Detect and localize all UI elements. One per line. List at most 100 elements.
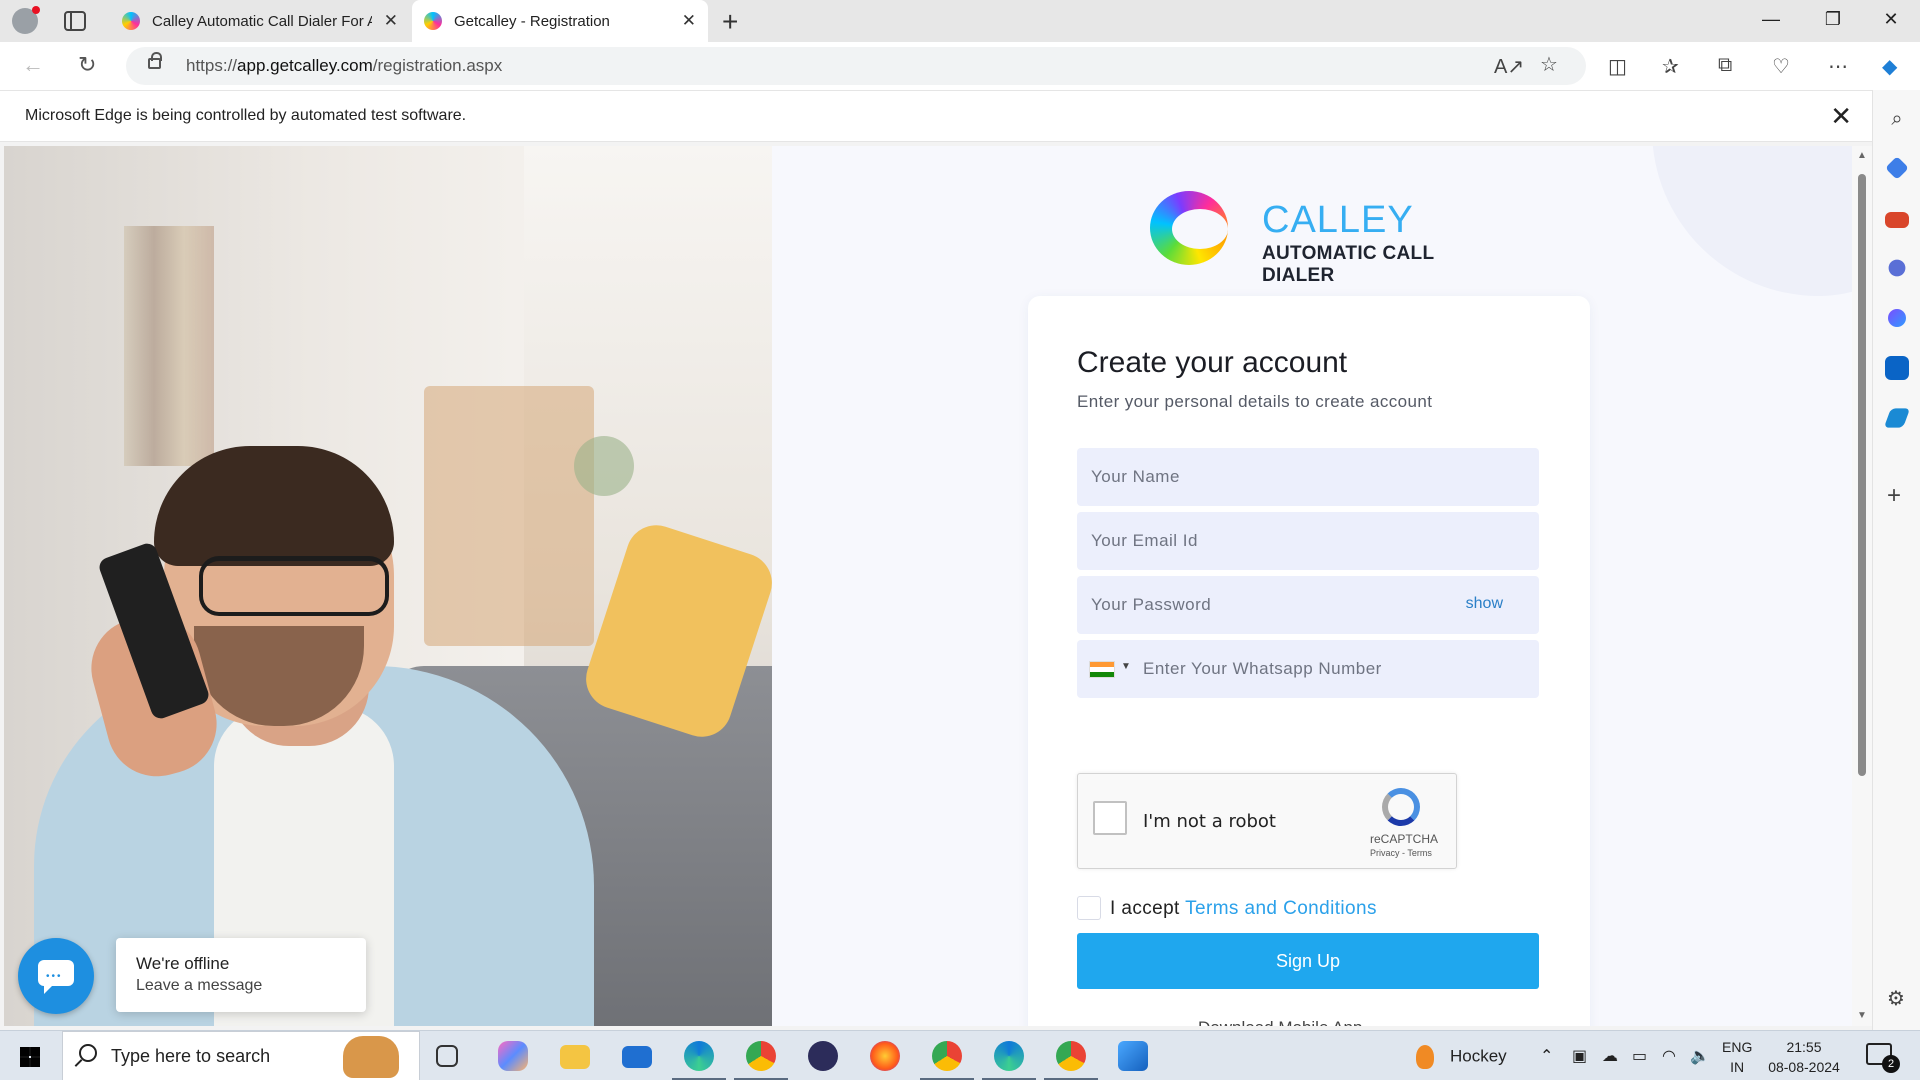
tray-device-icon[interactable]: ▣ [1572, 1046, 1587, 1066]
recaptcha-label: I'm not a robot [1143, 811, 1276, 832]
file-explorer-icon[interactable] [560, 1045, 590, 1069]
page-viewport: CALLEY AUTOMATIC CALL DIALER Create your… [4, 146, 1872, 1026]
settings-more-icon[interactable]: ⋯ [1828, 54, 1848, 79]
tray-overflow-chevron-icon[interactable]: ⌃ [1540, 1046, 1553, 1066]
below-fold-text[interactable]: Download Mobile App [1198, 1018, 1362, 1026]
scroll-up-icon[interactable]: ▲ [1857, 150, 1867, 161]
search-highlight-cat-icon[interactable] [343, 1036, 399, 1078]
onedrive-cloud-icon[interactable]: ☁ [1602, 1046, 1618, 1066]
sidebar-settings-gear-icon[interactable]: ⚙ [1887, 986, 1905, 1011]
india-flag-icon[interactable] [1089, 661, 1115, 678]
recaptcha-privacy-terms[interactable]: Privacy - Terms [1370, 848, 1432, 858]
name-input[interactable] [1077, 448, 1539, 506]
lock-icon[interactable] [148, 52, 162, 69]
new-tab-icon[interactable]: + [722, 6, 738, 38]
battery-icon[interactable]: ▭ [1632, 1046, 1647, 1066]
name-field [1077, 448, 1539, 506]
url-scheme: https:// [186, 56, 238, 75]
split-screen-icon[interactable]: ◫ [1608, 54, 1627, 79]
form-subtitle: Enter your personal details to create ac… [1077, 392, 1433, 411]
photo-bookshelf [124, 226, 214, 466]
logo-name: CALLEY [1262, 199, 1414, 241]
chrome-second-icon[interactable] [1044, 1041, 1098, 1080]
recaptcha-checkbox[interactable] [1093, 801, 1127, 835]
sign-up-button[interactable]: Sign Up [1077, 933, 1539, 989]
scroll-down-icon[interactable]: ▼ [1857, 1010, 1867, 1021]
address-bar[interactable]: https://app.getcalley.com/registration.a… [126, 47, 1586, 85]
copilot-taskbar-icon[interactable] [498, 1041, 528, 1071]
outlook-icon[interactable] [1885, 356, 1909, 380]
clock-time: 21:55 [1786, 1039, 1822, 1055]
tab-title: Getcalley - Registration [454, 12, 610, 30]
tab-close-icon[interactable]: ✕ [384, 11, 398, 31]
tools-briefcase-icon[interactable] [1885, 212, 1909, 228]
input-language[interactable]: ENG IN [1722, 1037, 1752, 1077]
infobar-message: Microsoft Edge is being controlled by au… [25, 107, 467, 124]
volume-icon[interactable]: 🔈 [1690, 1046, 1710, 1066]
shopping-tag-icon[interactable] [1885, 156, 1909, 180]
calley-logo-mark-icon [1150, 191, 1228, 265]
terms-checkbox[interactable] [1077, 896, 1101, 920]
tab-title: Calley Automatic Call Dialer For A [152, 12, 372, 30]
whatsapp-input[interactable] [1077, 640, 1539, 698]
calley-logo[interactable]: CALLEY AUTOMATIC CALL DIALER [1150, 191, 1450, 286]
firefox-icon[interactable] [870, 1041, 900, 1071]
back-icon[interactable]: ← [22, 52, 44, 78]
address-toolbar: ← ↻ https://app.getcalley.com/registrati… [0, 42, 1920, 90]
refresh-icon[interactable]: ↻ [78, 52, 96, 78]
logo-tagline: AUTOMATIC CALL DIALER [1262, 243, 1435, 286]
tab-calley-home[interactable]: Calley Automatic Call Dialer For A ✕ [110, 0, 410, 42]
favorites-icon[interactable]: ✰ [1662, 54, 1679, 79]
email-input[interactable] [1077, 512, 1539, 570]
taskbar-clock[interactable]: 21:55 08-08-2024 [1766, 1037, 1842, 1077]
minimize-icon[interactable]: — [1748, 9, 1794, 30]
profile-avatar-icon[interactable] [12, 6, 40, 34]
chat-launcher-button[interactable]: ••• [18, 938, 94, 1014]
chat-status: We're offline [136, 954, 230, 973]
page-scrollbar[interactable]: ▲ ▼ [1852, 146, 1872, 1026]
calley-favicon-icon [424, 12, 442, 30]
url-text[interactable]: https://app.getcalley.com/registration.a… [186, 56, 502, 76]
clock-date: 08-08-2024 [1768, 1059, 1840, 1075]
tab-actions-icon[interactable] [64, 11, 86, 31]
sidebar-search-icon[interactable]: ⌕ [1885, 108, 1909, 132]
windows-start-icon[interactable] [20, 1047, 40, 1067]
games-icon[interactable] [1888, 259, 1906, 277]
maximize-icon[interactable]: ❐ [1810, 9, 1856, 30]
add-sidebar-app-icon[interactable]: + [1887, 482, 1901, 510]
mail-icon[interactable] [622, 1046, 652, 1068]
edge-dev-icon[interactable] [982, 1041, 1036, 1080]
eclipse-icon[interactable] [808, 1041, 838, 1071]
browser-essentials-icon[interactable]: ♡ [1772, 54, 1790, 79]
recaptcha-logo-icon [1382, 788, 1420, 826]
show-password-toggle[interactable]: show [1466, 595, 1503, 613]
chat-offline-card[interactable]: We're offline Leave a message [116, 938, 366, 1012]
tab-registration[interactable]: Getcalley - Registration ✕ [412, 0, 708, 42]
taskbar-search-placeholder: Type here to search [111, 1046, 271, 1066]
collections-icon[interactable]: ⧉ [1718, 54, 1732, 77]
notifications-icon[interactable]: 2 [1866, 1043, 1900, 1073]
photos-icon[interactable] [1118, 1041, 1148, 1071]
terms-link[interactable]: Terms and Conditions [1185, 898, 1377, 919]
read-aloud-icon[interactable]: A↗ [1494, 54, 1524, 79]
browser-titlebar: Calley Automatic Call Dialer For A ✕ Get… [0, 0, 1920, 42]
infobar-close-icon[interactable]: ✕ [1830, 101, 1852, 132]
wifi-icon[interactable]: ◠ [1662, 1046, 1676, 1066]
taskbar-search[interactable]: Type here to search [62, 1031, 420, 1080]
language-region: IN [1730, 1059, 1745, 1075]
weather-widget[interactable]: Hockey [1416, 1045, 1507, 1069]
photo-plant [574, 436, 634, 496]
microsoft-365-icon[interactable] [1888, 309, 1906, 327]
chrome-profile-icon[interactable] [734, 1041, 788, 1080]
copilot-icon[interactable]: ◆ [1882, 54, 1897, 79]
task-view-icon[interactable] [436, 1045, 458, 1067]
scrollbar-thumb[interactable] [1858, 174, 1866, 776]
window-close-icon[interactable]: ✕ [1868, 9, 1914, 30]
chrome-icon[interactable] [920, 1041, 974, 1080]
favorite-star-icon[interactable]: ☆ [1540, 52, 1558, 77]
tab-close-icon[interactable]: ✕ [682, 11, 696, 31]
edge-taskbar-icon[interactable] [672, 1041, 726, 1080]
country-dropdown-caret-icon[interactable]: ▼ [1121, 661, 1131, 672]
language-code: ENG [1722, 1039, 1753, 1055]
drop-send-icon[interactable] [1883, 408, 1911, 428]
